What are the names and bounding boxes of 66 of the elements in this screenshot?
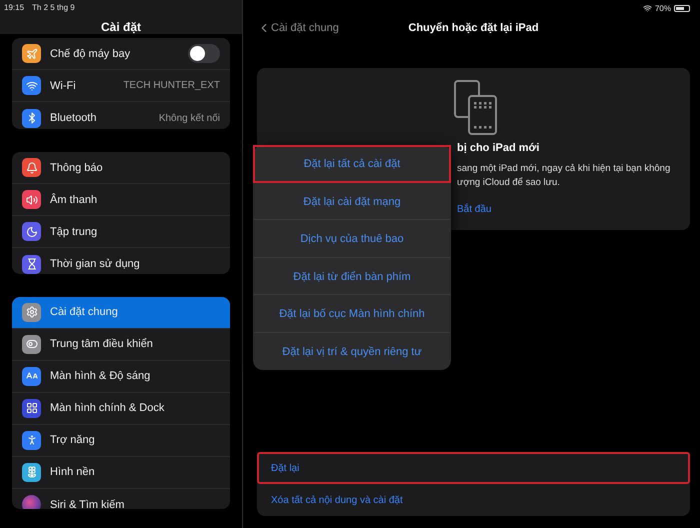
item-value: TECH HUNTER_EXT [123, 80, 220, 92]
hourglass-icon [22, 254, 41, 274]
back-button[interactable]: Cài đặt chung [257, 21, 339, 35]
action-row[interactable]: Đặt lại [257, 452, 690, 484]
speaker-icon [22, 190, 41, 210]
toggle-switch[interactable] [188, 44, 220, 64]
menu-item[interactable]: Đặt lại vị trí & quyền riêng tư [253, 332, 451, 370]
menu-item[interactable]: Đặt lại tất cả cài đặt [253, 145, 451, 182]
item-label: Màn hình chính & Dock [50, 402, 166, 414]
item-label: Wi-Fi [50, 80, 77, 92]
status-time: 19:15 [4, 3, 24, 12]
ipad-devices-icon [454, 80, 498, 136]
sidebar-item[interactable]: Màn hình chính & Dock [12, 392, 230, 425]
menu-item[interactable]: Dịch vụ của thuê bao [253, 220, 451, 258]
item-label: Tập trung [50, 226, 98, 238]
sidebar-item[interactable]: Cài đặt chung [12, 296, 230, 329]
item-label: Thông báo [50, 162, 104, 174]
battery-icon [674, 4, 690, 12]
bluetooth-icon [22, 108, 41, 128]
item-label: Trợ năng [50, 434, 96, 446]
sidebar-item[interactable]: Âm thanh [12, 184, 230, 216]
sidebar-item[interactable]: Tập trung [12, 216, 230, 248]
card-description: ượng iCloud để sao lưu. [457, 176, 561, 190]
page-title: Chuyển hoặc đặt lại iPad [408, 22, 539, 34]
battery-percent: 70% [654, 4, 671, 12]
text-size-icon [22, 366, 41, 386]
sidebar-item[interactable]: Trung tâm điều khiển [12, 328, 230, 361]
settings-icon [22, 302, 41, 322]
airplane-icon [22, 44, 41, 64]
menu-item[interactable]: Đặt lại từ điển bàn phím [253, 258, 451, 295]
sidebar-item[interactable]: Màn hình & Độ sáng [12, 360, 230, 393]
item-value: Không kết nối [158, 112, 220, 124]
sidebar-item[interactable]: Trợ năng [12, 424, 230, 457]
item-label: Hình nền [50, 466, 96, 478]
sidebar-item[interactable]: Hình nền [12, 456, 230, 489]
sidebar-item[interactable]: Wi-Fi TECH HUNTER_EXT [12, 70, 230, 102]
bell-icon [22, 158, 41, 178]
item-label: Chế độ máy bay [50, 48, 132, 60]
item-label: Cài đặt chung [50, 306, 119, 318]
menu-item[interactable]: Đặt lại bố cục Màn hình chính [253, 295, 451, 332]
flower-icon [22, 462, 41, 482]
card-title: bị cho iPad mới [457, 142, 540, 154]
sidebar-title: Cài đặt [100, 20, 141, 34]
siri-orb-icon [22, 495, 41, 509]
sidebar-item[interactable]: Siri & Tìm kiếm [12, 488, 230, 509]
item-label: Trung tâm điều khiển [50, 338, 154, 350]
action-row[interactable]: Xóa tất cả nội dung và cài đặt [257, 484, 690, 516]
sidebar-item[interactable]: Thông báo [12, 152, 230, 184]
sidebar-item[interactable]: Bluetooth Không kết nối [12, 102, 230, 130]
card-description: sang một iPad mới, ngay cả khi hiện tại bạn không [457, 162, 670, 176]
menu-item[interactable]: Đặt lại cài đặt mạng [253, 182, 451, 220]
item-label: Bluetooth [50, 112, 98, 124]
sidebar-item[interactable]: Thời gian sử dụng [12, 248, 230, 274]
person-icon [22, 430, 41, 450]
status-date: Th 2 5 thg 9 [32, 3, 75, 12]
toggle-icon [22, 334, 41, 354]
grid-icon [22, 398, 41, 418]
sidebar-item[interactable]: Chế độ máy bay [12, 38, 230, 70]
wifi-icon [22, 76, 41, 96]
item-label: Âm thanh [50, 194, 98, 206]
item-label: Màn hình & Độ sáng [50, 370, 152, 382]
wifi-icon [642, 4, 652, 12]
start-link[interactable]: Bắt đầu [457, 204, 492, 215]
item-label: Thời gian sử dụng [50, 258, 141, 270]
item-label: Siri & Tìm kiếm [50, 498, 126, 509]
moon-icon [22, 222, 41, 242]
